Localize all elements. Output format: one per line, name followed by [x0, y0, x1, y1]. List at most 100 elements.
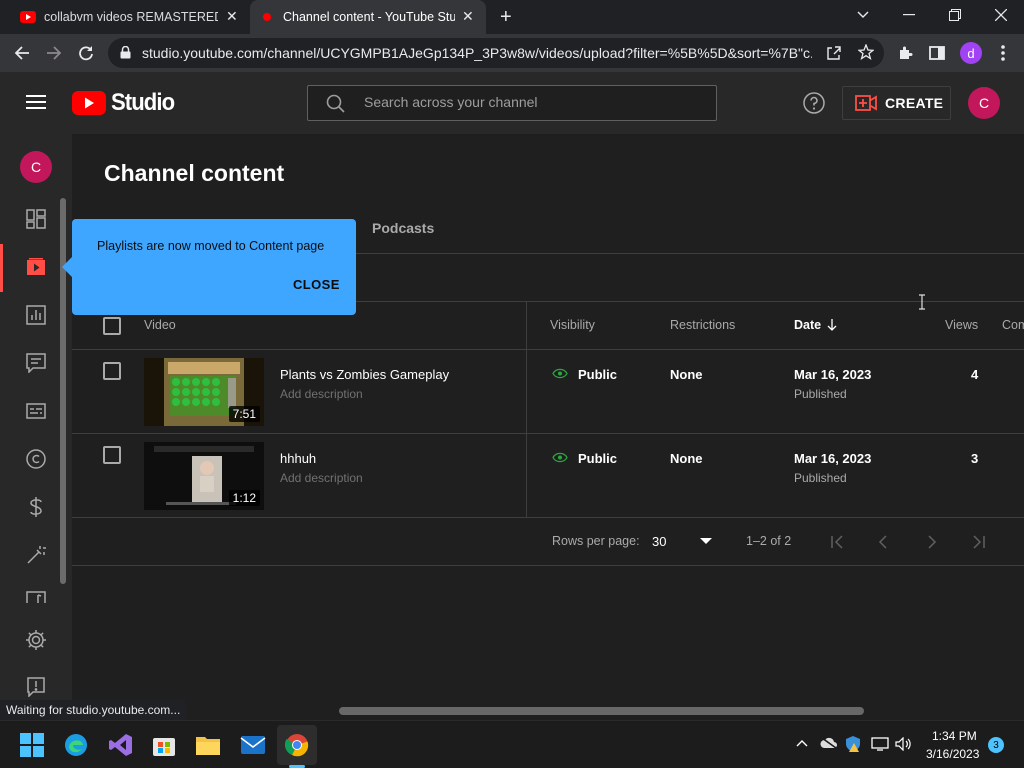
help-icon[interactable] — [803, 92, 825, 114]
pagination-range: 1–2 of 2 — [746, 534, 792, 548]
clock-date[interactable]: 3/16/2023 — [926, 747, 979, 761]
settings-icon[interactable] — [24, 628, 48, 652]
new-tab-icon[interactable]: + — [500, 7, 512, 27]
column-header-restrictions[interactable]: Restrictions — [670, 318, 735, 332]
search-box[interactable] — [307, 85, 717, 121]
restore-icon[interactable] — [932, 0, 978, 30]
back-icon[interactable] — [7, 38, 37, 68]
channel-avatar[interactable]: C — [20, 151, 52, 183]
browser-menu-icon[interactable] — [988, 38, 1018, 68]
dashboard-icon[interactable] — [24, 207, 48, 231]
notification-badge[interactable]: 3 — [988, 737, 1004, 753]
browser-tab-collabvm[interactable]: collabvm videos REMASTERED - Y ✕ — [8, 0, 248, 34]
restrictions-value: None — [670, 451, 703, 466]
content-icon[interactable] — [24, 255, 48, 279]
hamburger-menu-icon[interactable] — [26, 94, 46, 110]
video-thumbnail[interactable]: 1:12 — [144, 442, 264, 510]
address-bar[interactable]: studio.youtube.com/channel/UCYGMPB1AJeGp… — [108, 38, 884, 68]
side-panel-icon[interactable] — [922, 38, 952, 68]
tab-search-icon[interactable] — [840, 0, 886, 30]
video-description[interactable]: Add description — [280, 387, 363, 401]
restrictions-value: None — [670, 367, 703, 382]
rows-per-page-select[interactable]: 30 — [652, 532, 714, 550]
video-title[interactable]: hhhuh — [280, 451, 316, 466]
last-page-icon[interactable] — [972, 535, 986, 549]
column-header-video: Video — [144, 318, 176, 332]
visibility-value[interactable]: Public — [578, 451, 617, 466]
column-header-visibility[interactable]: Visibility — [550, 318, 595, 332]
browser-status-bar: Waiting for studio.youtube.com... — [0, 700, 187, 720]
sidebar-scrollbar[interactable] — [60, 198, 66, 584]
file-explorer-icon[interactable] — [192, 729, 224, 761]
search-input[interactable] — [364, 94, 694, 110]
popup-close-button[interactable]: CLOSE — [293, 277, 340, 292]
tab-title: Channel content - YouTube Studio — [283, 10, 455, 24]
reload-icon[interactable] — [71, 38, 101, 68]
profile-avatar[interactable]: d — [960, 42, 982, 64]
popup-message: Playlists are now moved to Content page — [97, 239, 325, 253]
studio-logo[interactable]: Studio — [72, 89, 180, 117]
video-thumbnail[interactable]: 7:51 — [144, 358, 264, 426]
previous-page-icon[interactable] — [878, 535, 888, 549]
comments-icon[interactable] — [24, 351, 48, 375]
create-button-label: CREATE — [885, 95, 944, 111]
minimize-icon[interactable] — [886, 0, 932, 30]
close-tab-icon[interactable]: ✕ — [462, 8, 474, 25]
copyright-icon[interactable] — [24, 447, 48, 471]
public-eye-icon — [552, 368, 568, 379]
clock-time[interactable]: 1:34 PM — [932, 729, 977, 743]
share-icon[interactable] — [826, 45, 842, 61]
windows-start-icon[interactable] — [16, 729, 48, 761]
onedrive-icon[interactable] — [820, 737, 838, 749]
tab-podcasts[interactable]: Podcasts — [372, 220, 434, 236]
analytics-icon[interactable] — [24, 303, 48, 327]
feedback-icon[interactable] — [24, 675, 48, 699]
column-header-comments[interactable]: Com — [1002, 318, 1024, 332]
earn-icon[interactable] — [24, 495, 48, 519]
tray-overflow-icon[interactable] — [796, 739, 808, 747]
studio-header: Studio CREATE C — [0, 72, 1024, 134]
volume-icon[interactable] — [895, 737, 913, 751]
publish-status: Published — [794, 387, 847, 401]
bookmark-star-icon[interactable] — [858, 44, 874, 60]
table-row[interactable]: 1:12 hhhuh Add description Public None M… — [72, 434, 1024, 517]
horizontal-scrollbar[interactable] — [339, 707, 864, 715]
select-all-checkbox[interactable] — [103, 317, 121, 335]
customization-icon[interactable] — [24, 543, 48, 567]
video-title[interactable]: Plants vs Zombies Gameplay — [280, 367, 449, 382]
subtitles-icon[interactable] — [24, 399, 48, 423]
row-checkbox[interactable] — [103, 362, 121, 380]
close-window-icon[interactable] — [978, 0, 1024, 30]
page-title: Channel content — [104, 160, 285, 186]
close-tab-icon[interactable]: ✕ — [226, 8, 238, 25]
row-checkbox[interactable] — [103, 446, 121, 464]
extensions-icon[interactable] — [890, 38, 920, 68]
sidebar: C — [0, 134, 72, 700]
public-eye-icon — [552, 452, 568, 463]
column-header-date[interactable]: Date — [794, 318, 837, 332]
browser-toolbar: studio.youtube.com/channel/UCYGMPB1AJeGp… — [0, 34, 1024, 72]
video-description[interactable]: Add description — [280, 471, 363, 485]
forward-icon[interactable] — [39, 38, 69, 68]
browser-tab-studio[interactable]: Channel content - YouTube Studio ✕ — [250, 0, 486, 34]
security-shield-icon[interactable] — [845, 735, 861, 753]
account-avatar[interactable]: C — [968, 87, 1000, 119]
youtube-favicon-icon — [20, 11, 36, 23]
mail-icon[interactable] — [237, 729, 269, 761]
edge-icon[interactable] — [60, 729, 92, 761]
lock-icon[interactable] — [120, 46, 131, 59]
views-value: 4 — [971, 367, 979, 382]
tab-title: collabvm videos REMASTERED - Y — [44, 10, 218, 24]
first-page-icon[interactable] — [830, 535, 844, 549]
table-row[interactable]: 7:51 Plants vs Zombies Gameplay Add desc… — [72, 350, 1024, 433]
date-header-label: Date — [794, 318, 822, 332]
next-page-icon[interactable] — [927, 535, 937, 549]
store-icon[interactable] — [148, 729, 180, 761]
create-button[interactable]: CREATE — [842, 86, 951, 120]
chrome-icon[interactable] — [281, 729, 313, 761]
audio-library-icon[interactable] — [24, 591, 48, 603]
network-icon[interactable] — [871, 737, 889, 751]
column-header-views[interactable]: Views — [945, 318, 978, 332]
visibility-value[interactable]: Public — [578, 367, 617, 382]
visual-studio-icon[interactable] — [105, 729, 137, 761]
